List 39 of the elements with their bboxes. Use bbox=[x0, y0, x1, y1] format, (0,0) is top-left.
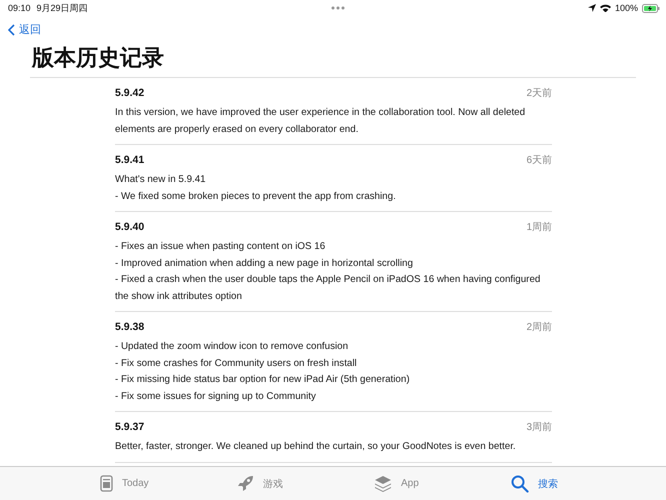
page-title: 版本历史记录 bbox=[32, 44, 165, 72]
tab-bar-item[interactable]: App bbox=[374, 475, 511, 492]
version-number: 5.9.42 bbox=[115, 87, 144, 99]
rocket-icon bbox=[237, 475, 254, 492]
release-note: - Improved animation when adding a new page in horizontal scrolling bbox=[115, 256, 414, 270]
release-note: - Fix missing hide status bar option for new iPad Air (5th generation) bbox=[115, 373, 411, 387]
status-date: 9月29日周四 bbox=[36, 2, 88, 14]
tab-bar-item[interactable]: 游戏 bbox=[237, 475, 374, 492]
release-note: - Fix some crashes for Community users on fresh install bbox=[115, 356, 358, 370]
release-note: - Fixes an issue when pasting content on iOS 16 bbox=[115, 240, 326, 254]
version-number: 5.9.37 bbox=[115, 421, 144, 433]
release-note: - Fix some issues for signing up to Community bbox=[115, 390, 317, 404]
more-dots-icon bbox=[330, 6, 345, 10]
location-arrow-icon bbox=[588, 4, 596, 12]
release-note: - Fixed a crash when the user double taps the Apple Pencil on iPadOS 16 when having configured the show ink attributes option bbox=[115, 273, 542, 304]
status-time: 09:10 bbox=[8, 3, 31, 13]
release-age: 1周前 bbox=[526, 221, 552, 234]
battery-charging-icon bbox=[642, 4, 660, 12]
release-age: 3周前 bbox=[526, 421, 552, 434]
release-age: 6天前 bbox=[526, 154, 552, 167]
newspaper-icon bbox=[100, 475, 113, 492]
version-number: 5.9.40 bbox=[115, 221, 144, 233]
back-button[interactable]: 返回 bbox=[8, 22, 41, 37]
search-icon bbox=[511, 474, 529, 492]
version-number: 5.9.38 bbox=[115, 321, 144, 333]
back-chevron-icon bbox=[8, 24, 15, 36]
release-age: 2天前 bbox=[526, 87, 552, 100]
stack-icon bbox=[374, 475, 392, 492]
release-note: - We fixed some broken pieces to prevent the app from crashing. bbox=[115, 190, 397, 204]
release-note: In this version, we have improved the user experience in the collaboration tool. Now all deleted elements are properly erased on every collaborator end. bbox=[115, 106, 526, 136]
version-number: 5.9.41 bbox=[115, 154, 144, 166]
release-note: Better, faster, stronger. We cleaned up behind the curtain, so your GoodNotes is even better. bbox=[115, 440, 517, 454]
tab-bar-item[interactable]: 搜索 bbox=[511, 474, 648, 492]
wifi-icon bbox=[600, 4, 611, 12]
release-age: 2周前 bbox=[526, 321, 552, 334]
release-note: - Updated the zoom window icon to remove confusion bbox=[115, 340, 350, 354]
battery-percentage: 100% bbox=[614, 3, 638, 13]
tab-bar-item[interactable]: Today bbox=[100, 475, 237, 492]
release-note: What's new in 5.9.41 bbox=[115, 173, 207, 187]
